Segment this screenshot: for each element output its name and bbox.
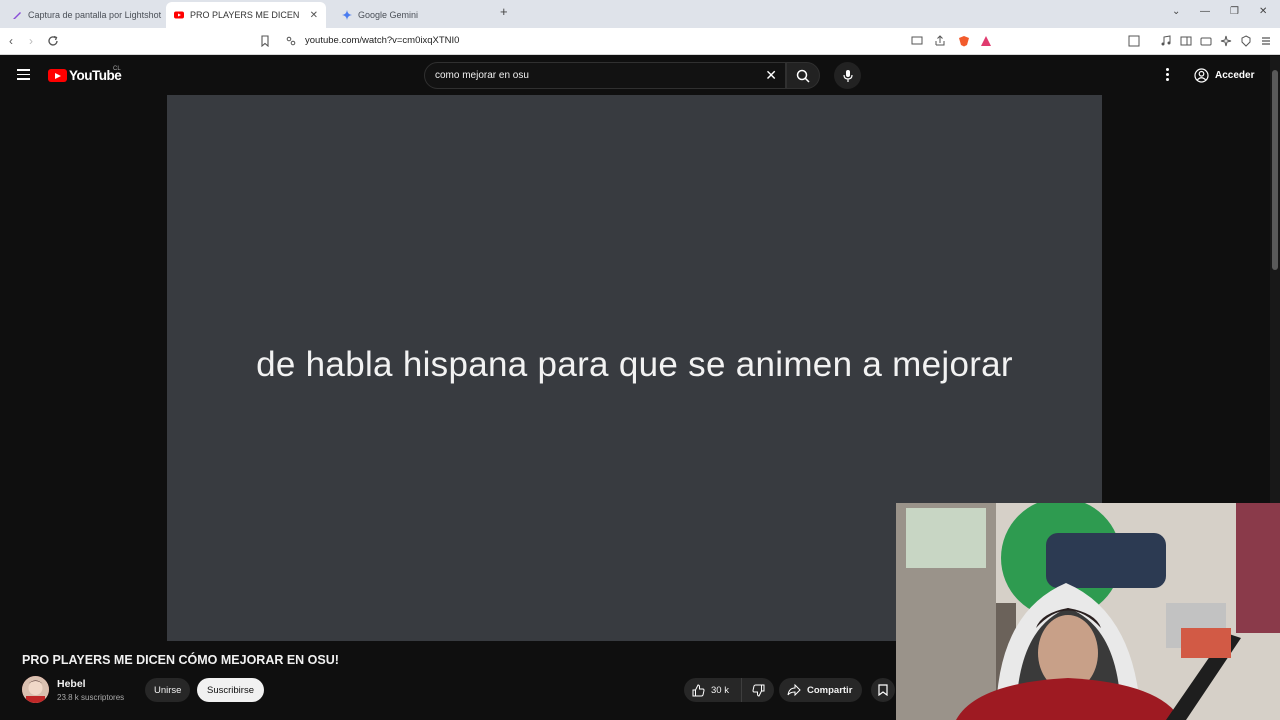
site-settings-icon[interactable] xyxy=(285,35,297,47)
thumbs-up-icon xyxy=(692,683,705,696)
share-label: Compartir xyxy=(807,684,853,696)
sign-in-label: Acceder xyxy=(1215,69,1255,81)
gemini-icon xyxy=(342,10,352,20)
guide-menu-icon[interactable] xyxy=(17,69,30,80)
new-tab-button[interactable]: + xyxy=(500,4,508,19)
like-button[interactable]: 30 k xyxy=(684,678,742,702)
sidebar-icon[interactable] xyxy=(1128,35,1140,47)
reading-list-icon[interactable] xyxy=(1180,35,1192,47)
dislike-button[interactable] xyxy=(742,678,774,702)
minimize-button[interactable]: — xyxy=(1200,6,1210,17)
clear-search-icon[interactable]: ✕ xyxy=(765,67,777,84)
tab-label: PRO PLAYERS ME DICEN CÓMO MEJORAR EN OSU… xyxy=(190,10,300,20)
search-button[interactable] xyxy=(786,62,820,89)
tab-list-icon[interactable]: ⌄ xyxy=(1172,6,1180,17)
video-caption: de habla hispana para que se animen a me… xyxy=(256,345,1013,384)
voice-search-button[interactable] xyxy=(834,62,861,89)
close-tab-icon[interactable]: ✕ xyxy=(304,10,318,21)
save-button[interactable] xyxy=(871,678,895,702)
browser-tab-bar: Captura de pantalla por Lightshot PRO PL… xyxy=(0,0,1280,28)
tab-label: Google Gemini xyxy=(358,10,419,20)
music-icon[interactable] xyxy=(1160,35,1172,47)
channel-name[interactable]: Hebel xyxy=(57,678,86,690)
search-input[interactable]: como mejorar en osu ✕ xyxy=(424,62,786,89)
tab-lightshot[interactable]: Captura de pantalla por Lightshot xyxy=(4,2,166,28)
subscribe-label: Suscribirse xyxy=(207,684,254,696)
join-button[interactable]: Unirse xyxy=(145,678,191,702)
webcam-overlay xyxy=(896,503,1280,720)
cast-icon[interactable] xyxy=(911,35,923,47)
leo-ai-icon[interactable] xyxy=(1220,35,1232,47)
microphone-icon xyxy=(842,69,853,82)
subscriber-count: 23.8 k suscriptores xyxy=(57,693,125,702)
wallet-icon[interactable] xyxy=(1200,35,1212,47)
vpn-shield-icon[interactable] xyxy=(1240,35,1252,47)
webcam-image xyxy=(896,503,1280,720)
youtube-play-icon xyxy=(48,69,67,82)
scrollbar-thumb[interactable] xyxy=(1272,70,1278,270)
back-button[interactable]: ‹ xyxy=(9,34,13,48)
share-button[interactable]: Compartir xyxy=(779,678,863,702)
thumbs-down-icon xyxy=(751,684,764,697)
youtube-logo[interactable]: YouTube xyxy=(48,68,122,83)
reload-icon[interactable] xyxy=(47,35,59,47)
address-bar[interactable]: youtube.com/watch?v=cm0ixqXTNI0 xyxy=(305,35,459,46)
close-window-button[interactable]: ✕ xyxy=(1259,6,1267,17)
subscribe-button[interactable]: Suscribirse xyxy=(197,678,264,702)
feather-icon xyxy=(13,12,21,19)
settings-more-icon[interactable] xyxy=(1166,68,1170,83)
menu-icon[interactable] xyxy=(1260,35,1272,47)
search-query: como mejorar en osu xyxy=(435,70,529,81)
bookmark-icon[interactable] xyxy=(259,35,271,47)
restore-button[interactable]: ❐ xyxy=(1230,6,1239,17)
browser-toolbar: ‹ › youtube.com/watch?v=cm0ixqXTNI0 xyxy=(0,28,1280,55)
share-icon xyxy=(787,684,801,696)
avatar-image xyxy=(22,676,49,703)
tab-gemini[interactable]: Google Gemini xyxy=(334,2,484,28)
join-label: Unirse xyxy=(154,684,182,696)
brave-rewards-icon[interactable] xyxy=(980,35,992,47)
brave-shield-icon[interactable] xyxy=(958,35,970,47)
video-title: PRO PLAYERS ME DICEN CÓMO MEJORAR EN OSU… xyxy=(22,653,339,667)
like-count: 30 k xyxy=(711,684,729,696)
share-page-icon[interactable] xyxy=(934,35,946,47)
channel-avatar[interactable] xyxy=(22,676,49,703)
forward-button[interactable]: › xyxy=(29,34,33,48)
save-icon xyxy=(878,684,888,696)
tab-youtube-video[interactable]: PRO PLAYERS ME DICEN CÓMO MEJORAR EN OSU… xyxy=(166,2,326,28)
like-dislike-group: 30 k xyxy=(684,678,774,702)
region-code: CL xyxy=(113,66,121,72)
search-icon xyxy=(796,69,810,83)
sign-in-button[interactable]: Acceder xyxy=(1188,63,1260,87)
account-icon xyxy=(1194,67,1209,83)
tab-label: Captura de pantalla por Lightshot xyxy=(28,10,162,20)
youtube-icon xyxy=(174,11,184,19)
